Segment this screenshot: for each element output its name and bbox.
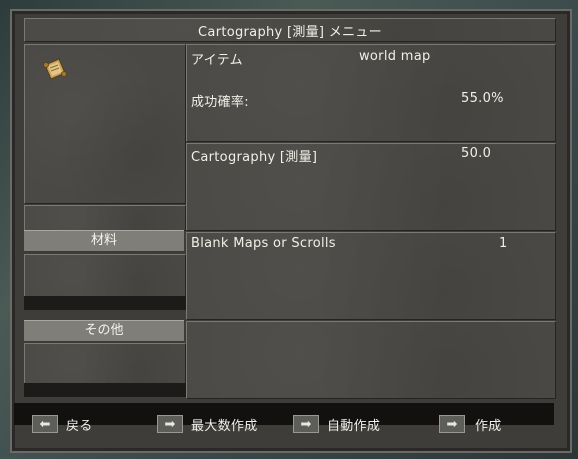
item-icon-panel	[24, 44, 186, 204]
material-count: 1	[499, 236, 508, 251]
item-value: world map	[359, 49, 431, 64]
back-button[interactable]: ⬅	[32, 415, 58, 433]
auto-make-arrow-icon: ➡	[300, 416, 312, 432]
materials-header: 材料	[24, 230, 184, 252]
make-max-button[interactable]: ➡	[157, 415, 183, 433]
material-name: Blank Maps or Scrolls	[191, 236, 336, 251]
success-chance-label: 成功確率:	[191, 95, 249, 110]
skill-value: 50.0	[461, 146, 492, 161]
skill-name: Cartography [測量]	[191, 150, 318, 165]
make-button[interactable]: ➡	[439, 415, 465, 433]
auto-make-button[interactable]: ➡	[293, 415, 319, 433]
make-arrow-icon: ➡	[446, 416, 458, 432]
window-title: Cartography [測量] メニュー	[198, 25, 382, 40]
back-arrow-icon: ⬅	[39, 416, 51, 432]
materials-divider	[24, 296, 186, 310]
other-right-panel	[186, 321, 556, 399]
make-max-arrow-icon: ➡	[164, 416, 176, 432]
make-label: 作成	[475, 419, 502, 434]
back-label: 戻る	[66, 419, 93, 434]
other-header: その他	[24, 320, 184, 342]
materials-left-panel	[24, 254, 186, 298]
item-info-panel: アイテム world map 成功確率: 55.0%	[186, 44, 556, 142]
button-bar	[14, 403, 554, 425]
other-divider	[24, 383, 186, 397]
skill-panel: Cartography [測量] 50.0	[186, 143, 556, 231]
title-bar: Cartography [測量] メニュー	[24, 18, 556, 42]
other-left-panel	[24, 343, 186, 385]
left-spacer-panel	[24, 205, 186, 231]
auto-make-label: 自動作成	[327, 419, 381, 434]
success-chance-value: 55.0%	[461, 91, 504, 106]
map-scroll-icon	[43, 58, 67, 80]
materials-list-panel: Blank Maps or Scrolls 1	[186, 232, 556, 320]
item-label: アイテム	[191, 53, 243, 68]
make-max-label: 最大数作成	[191, 419, 258, 434]
